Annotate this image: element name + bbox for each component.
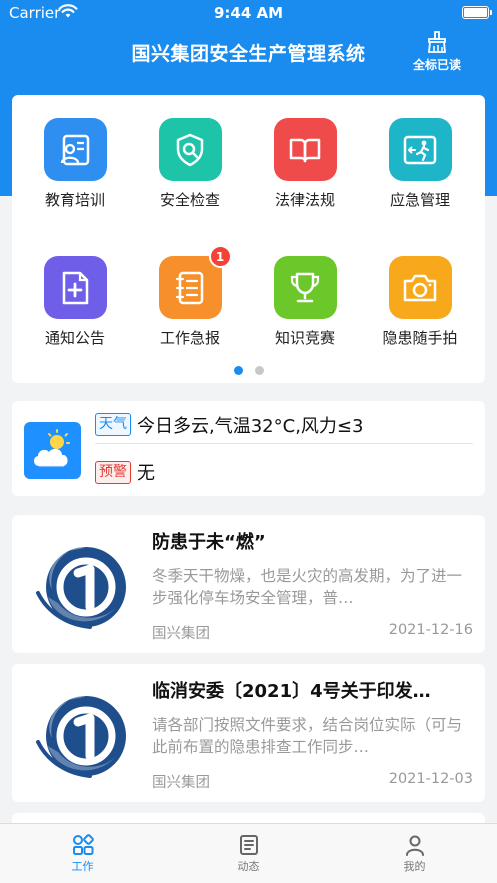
menu-item-knowledge-contest[interactable]: 知识竞赛 (246, 256, 364, 348)
weather-text: 今日多云,气温32°C,风力≤3 (137, 415, 364, 437)
tab-label: 动态 (237, 860, 260, 873)
menu-item-hazard-snapshot[interactable]: 隐患随手拍 (361, 256, 479, 348)
menu-item-education-training[interactable]: 教育培训 (16, 118, 134, 210)
tab-label: 我的 (403, 860, 426, 873)
news-source: 国兴集团 (152, 626, 210, 642)
menu-item-label: 应急管理 (389, 191, 450, 209)
news-title: 防患于未“燃” (152, 532, 266, 553)
news-item[interactable]: 临消安委〔2021〕4号关于印发… 请各部门按照文件要求，结合岗位实际（可与此前… (12, 664, 485, 802)
nav-bar: 国兴集团安全生产管理系统 全标已读 (0, 30, 497, 80)
news-item[interactable]: 防患于未“燃” 冬季天干物燥，也是火灾的高发期，为了进一步强化停车场安全管理，普… (12, 515, 485, 653)
page-dot-1[interactable] (233, 366, 243, 375)
menu-item-emergency-management[interactable]: 应急管理 (361, 118, 479, 210)
tab-mine[interactable]: 我的 (332, 824, 497, 883)
tab-work[interactable]: 工作 (0, 824, 165, 883)
mark-all-read-button[interactable]: 全标已读 (407, 30, 467, 73)
page-dot-2[interactable] (254, 366, 264, 375)
tab-label: 工作 (71, 860, 94, 873)
weather-tag: 天气 (95, 413, 131, 436)
mark-all-read-label: 全标已读 (412, 58, 461, 72)
weather-row: 天气 今日多云,气温32°C,风力≤3 (95, 406, 473, 444)
menu-item-urgent-report[interactable]: 1 工作急报 (131, 245, 249, 348)
battery-level (464, 8, 487, 17)
company-logo (36, 696, 126, 778)
menu-item-label: 隐患随手拍 (382, 329, 458, 347)
emergency-exit-icon (388, 118, 452, 181)
weather-cloudy-icon (24, 422, 81, 479)
training-icon (43, 118, 107, 181)
grid-icon (72, 834, 94, 855)
news-date: 2021-12-03 (388, 771, 473, 787)
book-icon (273, 118, 337, 181)
menu-item-label: 安全检查 (159, 191, 220, 209)
company-logo (36, 547, 126, 629)
notification-badge: 1 (208, 245, 232, 268)
menu-item-notice[interactable]: 通知公告 (16, 256, 134, 348)
menu-item-laws-regulations[interactable]: 法律法规 (246, 118, 364, 210)
shield-search-icon (158, 118, 222, 181)
broom-icon (428, 31, 446, 53)
news-icon (239, 835, 258, 855)
news-summary: 冬季天干物燥，也是火灾的高发期，为了进一步强化停车场安全管理，普… (152, 567, 463, 607)
warning-text: 无 (137, 463, 155, 484)
news-date: 2021-12-16 (388, 622, 473, 638)
menu-item-label: 通知公告 (44, 329, 105, 347)
menu-item-label: 教育培训 (44, 191, 105, 209)
battery-icon (462, 6, 492, 19)
menu-item-label: 法律法规 (274, 191, 335, 209)
notebook-icon: 1 (158, 245, 232, 319)
menu-item-label: 工作急报 (159, 329, 220, 347)
person-icon (405, 835, 424, 856)
menu-card: 教育培训 安全检查 法律法规 应急管理 通知公告 1 工作急报 知识竞赛 隐患随… (12, 95, 485, 383)
tab-news[interactable]: 动态 (166, 824, 331, 883)
warning-row: 预警 无 (95, 453, 473, 491)
news-summary: 请各部门按照文件要求，结合岗位实际（可与此前布置的隐患排查工作同步… (152, 716, 463, 756)
tab-bar: 工作 动态 我的 (0, 823, 497, 883)
menu-item-safety-inspection[interactable]: 安全检查 (131, 118, 249, 210)
weather-card: 天气 今日多云,气温32°C,风力≤3 预警 无 (12, 401, 485, 496)
news-source: 国兴集团 (152, 775, 210, 791)
warning-tag: 预警 (95, 460, 131, 484)
menu-item-label: 知识竞赛 (274, 329, 335, 347)
trophy-icon (273, 256, 337, 319)
document-add-icon (43, 256, 107, 319)
news-title: 临消安委〔2021〕4号关于印发… (152, 681, 431, 702)
clock-label: 9:44 AM (213, 4, 284, 22)
camera-icon (388, 256, 452, 319)
status-bar: Carrier 9:44 AM (0, 0, 497, 26)
page-indicator (12, 366, 485, 375)
